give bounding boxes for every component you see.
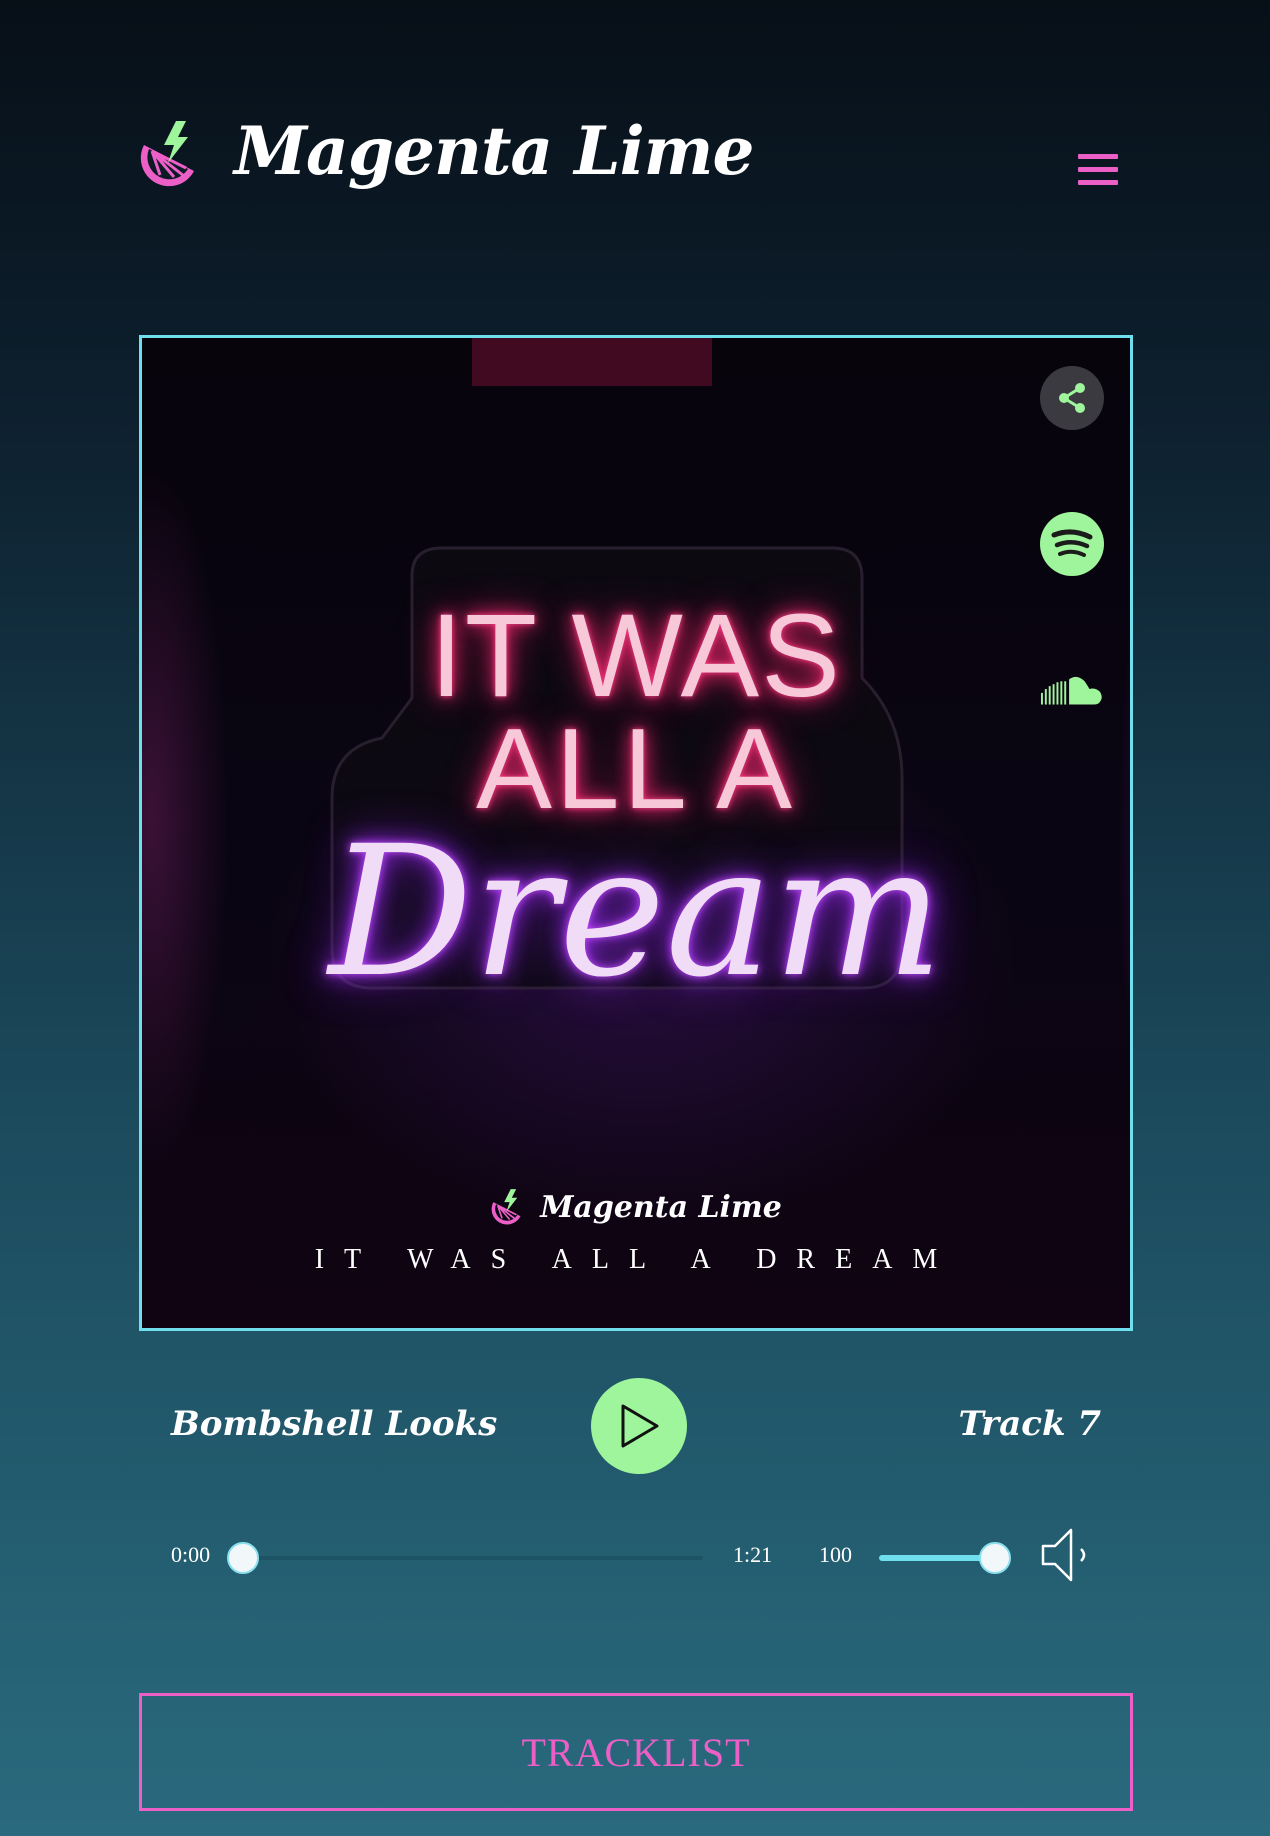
speaker-icon (1041, 1528, 1086, 1582)
tracklist-button[interactable]: TRACKLIST (139, 1693, 1133, 1811)
menu-bar (1078, 167, 1118, 172)
seek-handle[interactable] (227, 1542, 259, 1574)
neon-script-text: Dream (328, 808, 944, 1017)
soundcloud-icon (1040, 676, 1102, 705)
album-artwork: IT WAS ALL A Dream Magenta Lime IT WAS A… (139, 335, 1133, 1331)
artwork-brand-name: Magenta Lime (540, 1189, 782, 1225)
spotify-button[interactable] (1040, 512, 1104, 576)
play-icon (621, 1404, 659, 1448)
soundcloud-button[interactable] (1040, 658, 1104, 722)
logo[interactable]: Magenta Lime (138, 112, 754, 190)
mute-button[interactable] (1039, 1524, 1095, 1586)
play-button[interactable] (591, 1378, 687, 1474)
brand-name: Magenta Lime (234, 112, 754, 190)
volume-value: 100 (819, 1542, 852, 1567)
volume-handle[interactable] (979, 1542, 1011, 1574)
share-button[interactable] (1040, 366, 1104, 430)
spotify-icon (1051, 529, 1093, 557)
share-icon (1059, 383, 1085, 413)
hamburger-menu-icon[interactable] (1078, 154, 1118, 188)
track-number: Track 7 (958, 1404, 1101, 1444)
seek-bar[interactable] (227, 1542, 703, 1574)
current-time: 0:00 (171, 1542, 211, 1567)
album-title: IT WAS ALL A DREAM (314, 1244, 958, 1275)
lime-bolt-logo-icon (491, 1189, 521, 1225)
header: Magenta Lime (138, 112, 1132, 228)
duration: 1:21 (733, 1542, 773, 1567)
menu-bar (1078, 180, 1118, 185)
lime-bolt-logo-icon (140, 121, 194, 187)
track-name: Bombshell Looks (171, 1404, 498, 1444)
volume-slider[interactable] (879, 1542, 1011, 1574)
menu-bar (1078, 154, 1118, 159)
artwork-brand: Magenta Lime (142, 1188, 1130, 1226)
